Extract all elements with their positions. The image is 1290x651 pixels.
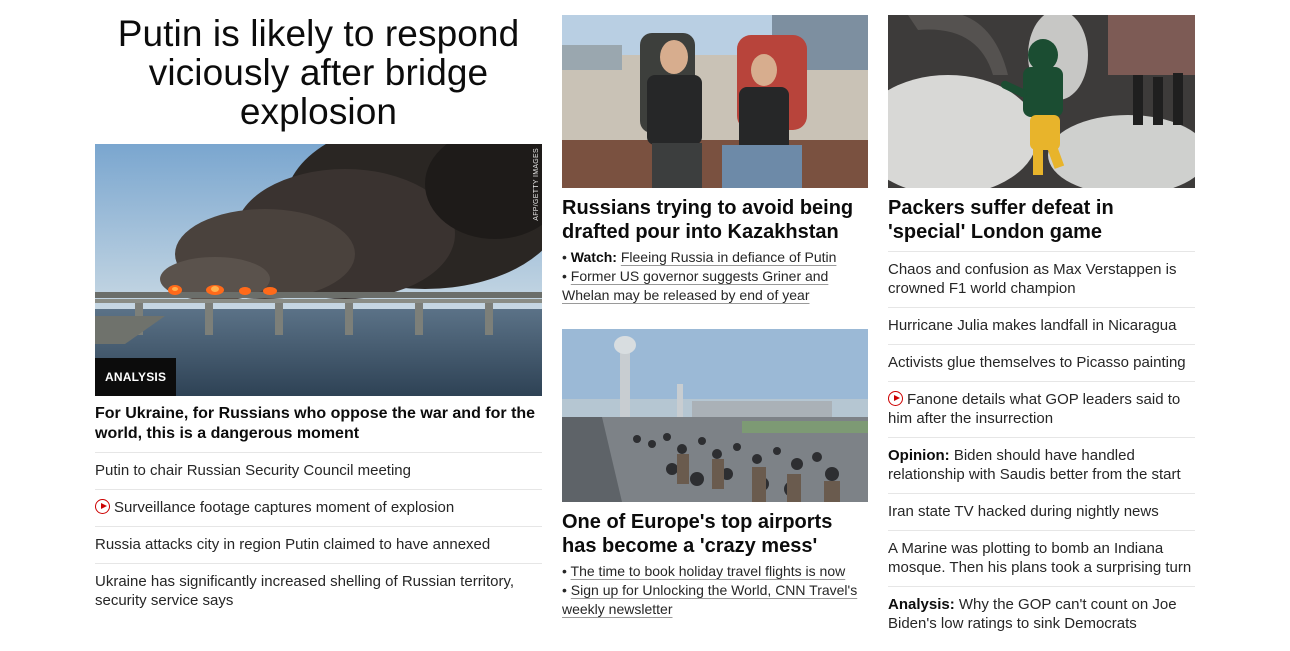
lead-story-column: Putin is likely to respond viciously aft…	[95, 0, 542, 619]
lead-headline[interactable]: Putin is likely to respond viciously aft…	[95, 14, 542, 131]
airport-related-links: • The time to book holiday travel flight…	[562, 562, 868, 619]
watch-label: Watch:	[570, 249, 617, 265]
list-item[interactable]: Putin to chair Russian Security Council …	[95, 453, 542, 490]
lead-related-list: Putin to chair Russian Security Council …	[95, 453, 542, 619]
related-link[interactable]: • Sign up for Unlocking the World, CNN T…	[562, 581, 868, 619]
list-item-link[interactable]: Chaos and confusion as Max Verstappen is…	[888, 261, 1177, 297]
list-item-link[interactable]: Russia attacks city in region Putin clai…	[95, 536, 490, 553]
analysis-label: Analysis:	[888, 596, 955, 613]
list-item-link[interactable]: Activists glue themselves to Picasso pai…	[888, 354, 1186, 371]
list-item[interactable]: Surveillance footage captures moment of …	[95, 490, 542, 527]
list-item[interactable]: Activists glue themselves to Picasso pai…	[888, 345, 1195, 382]
related-link-text[interactable]: Fleeing Russia in defiance of Putin	[621, 249, 837, 265]
list-item[interactable]: Iran state TV hacked during nightly news	[888, 494, 1195, 531]
football-player-photo	[888, 15, 1195, 188]
list-item[interactable]: Opinion: Biden should have handled relat…	[888, 438, 1195, 494]
list-item[interactable]: Fanone details what GOP leaders said to …	[888, 382, 1195, 438]
list-item-link[interactable]: Hurricane Julia makes landfall in Nicara…	[888, 317, 1176, 334]
list-item[interactable]: A Marine was plotting to bomb an Indiana…	[888, 531, 1195, 587]
packers-story-title[interactable]: Packers suffer defeat in 'special' Londo…	[888, 196, 1195, 252]
related-link-text[interactable]: Sign up for Unlocking the World, CNN Tra…	[562, 582, 857, 617]
list-item-link[interactable]: Fanone details what GOP leaders said to …	[888, 391, 1180, 427]
packers-story-image[interactable]	[888, 15, 1195, 188]
list-item[interactable]: Chaos and confusion as Max Verstappen is…	[888, 252, 1195, 308]
opinion-label: Opinion:	[888, 447, 950, 464]
play-circle-icon	[888, 391, 903, 406]
russians-story-image[interactable]	[562, 15, 868, 188]
list-item[interactable]: Analysis: Why the GOP can't count on Joe…	[888, 587, 1195, 642]
list-item-link[interactable]: Iran state TV hacked during nightly news	[888, 503, 1159, 520]
middle-column: Russians trying to avoid being drafted p…	[562, 0, 868, 619]
right-headline-list: Chaos and confusion as Max Verstappen is…	[888, 252, 1195, 642]
list-item-link[interactable]: Ukraine has significantly increased shel…	[95, 573, 514, 609]
list-item[interactable]: Russia attacks city in region Putin clai…	[95, 527, 542, 564]
airport-story-image[interactable]	[562, 329, 868, 502]
travelers-photo	[562, 15, 868, 188]
lead-headline-link[interactable]: Putin is likely to respond viciously aft…	[118, 13, 520, 132]
right-column: Packers suffer defeat in 'special' Londo…	[888, 0, 1195, 642]
list-item-link[interactable]: A Marine was plotting to bomb an Indiana…	[888, 540, 1191, 576]
related-link-text[interactable]: The time to book holiday travel flights …	[571, 563, 846, 579]
related-link[interactable]: • Former US governor suggests Griner and…	[562, 267, 868, 305]
russians-related-links: • Watch: Fleeing Russia in defiance of P…	[562, 248, 868, 305]
list-item[interactable]: Hurricane Julia makes landfall in Nicara…	[888, 308, 1195, 345]
list-item[interactable]: Ukraine has significantly increased shel…	[95, 564, 542, 619]
airport-story-title[interactable]: One of Europe's top airports has become …	[562, 510, 868, 558]
list-item-link[interactable]: Putin to chair Russian Security Council …	[95, 462, 411, 479]
play-circle-icon	[95, 499, 110, 514]
related-link[interactable]: • Watch: Fleeing Russia in defiance of P…	[562, 248, 868, 267]
russians-story-title[interactable]: Russians trying to avoid being drafted p…	[562, 196, 868, 244]
list-item-link[interactable]: Surveillance footage captures moment of …	[114, 499, 454, 516]
image-credit: AFP/GETTY IMAGES	[533, 148, 540, 221]
lead-story-image[interactable]: ANALYSIS AFP/GETTY IMAGES	[95, 144, 542, 396]
lead-sub-headline[interactable]: For Ukraine, for Russians who oppose the…	[95, 404, 542, 453]
analysis-badge: ANALYSIS	[95, 358, 177, 396]
related-link-text[interactable]: Former US governor suggests Griner and W…	[562, 268, 828, 303]
airport-queue-photo	[562, 329, 868, 502]
related-link[interactable]: • The time to book holiday travel flight…	[562, 562, 868, 581]
